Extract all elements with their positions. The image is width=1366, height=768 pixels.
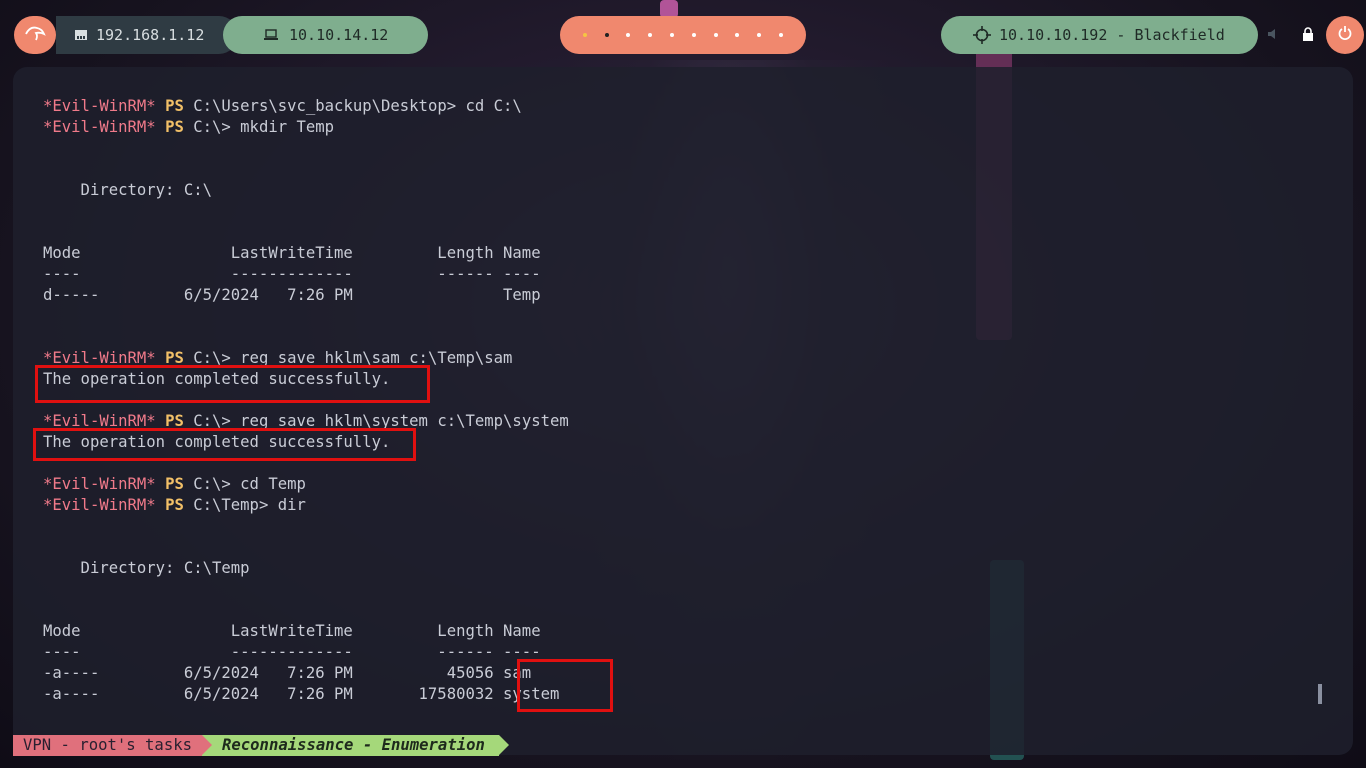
highlight-box	[517, 659, 613, 712]
target-widget: 10.10.10.192 - Blackfield	[941, 16, 1258, 54]
local-ip-widget: 192.168.1.12	[56, 16, 238, 54]
terminal-line: -a---- 6/5/2024 7:26 PM 45056 sam	[43, 664, 532, 682]
workspace-2[interactable]	[604, 33, 609, 37]
vpn-ip-widget: 10.10.14.12	[223, 16, 428, 54]
power-icon	[1337, 25, 1353, 45]
workspace-7[interactable]	[713, 33, 718, 37]
kali-logo-icon	[24, 24, 46, 46]
terminal-line: ---- ------------- ------ ----	[43, 643, 541, 661]
target-crosshair-icon	[973, 26, 991, 44]
workspace-switcher	[560, 16, 806, 54]
highlight-box	[35, 365, 430, 403]
terminal-line: Directory: C:\	[43, 181, 212, 199]
lock-icon[interactable]	[1302, 27, 1314, 41]
terminal-line: Mode LastWriteTime Length Name	[43, 244, 541, 262]
workspace-6[interactable]	[691, 33, 696, 37]
session-label[interactable]: VPN - root's tasks	[13, 735, 212, 756]
speaker-icon[interactable]	[1267, 28, 1281, 40]
terminal-line: Mode LastWriteTime Length Name	[43, 622, 541, 640]
terminal-line: ---- ------------- ------ ----	[43, 265, 541, 283]
terminal-line: d----- 6/5/2024 7:26 PM Temp	[43, 286, 541, 304]
cursor-indicator	[1318, 684, 1322, 704]
power-button[interactable]	[1326, 16, 1364, 54]
ethernet-icon	[74, 28, 88, 42]
local-ip-text: 192.168.1.12	[96, 26, 205, 44]
terminal-line: *Evil-WinRM* PS C:\Users\svc_backup\Desk…	[43, 97, 522, 115]
workspace-5[interactable]	[670, 33, 675, 37]
status-bar: VPN - root's tasks Reconnaissance - Enum…	[13, 735, 509, 756]
terminal-line: *Evil-WinRM* PS C:\> mkdir Temp	[43, 118, 335, 136]
terminal-line: *Evil-WinRM* PS C:\> cd Temp	[43, 475, 306, 493]
terminal-line: -a---- 6/5/2024 7:26 PM 17580032 system	[43, 685, 560, 703]
terminal-line: Directory: C:\Temp	[43, 559, 250, 577]
terminal-line: *Evil-WinRM* PS C:\Temp> dir	[43, 496, 306, 514]
vpn-ip-text: 10.10.14.12	[289, 26, 389, 44]
top-bar: 192.168.1.12 10.10.14.12 10.10.10.192 - …	[0, 0, 1366, 70]
highlight-box	[33, 428, 416, 461]
workspace-8[interactable]	[735, 33, 740, 37]
kali-logo-button[interactable]	[14, 16, 56, 54]
terminal-window[interactable]: *Evil-WinRM* PS C:\Users\svc_backup\Desk…	[13, 67, 1353, 755]
workspace-10[interactable]	[779, 33, 784, 37]
workspace-4[interactable]	[648, 33, 653, 37]
window-label[interactable]: Reconnaissance - Enumeration	[202, 735, 509, 756]
workspace-1[interactable]	[582, 33, 587, 37]
workspace-3[interactable]	[626, 33, 631, 37]
workspace-9[interactable]	[757, 33, 762, 37]
laptop-icon	[263, 28, 279, 42]
target-text: 10.10.10.192 - Blackfield	[999, 26, 1225, 44]
